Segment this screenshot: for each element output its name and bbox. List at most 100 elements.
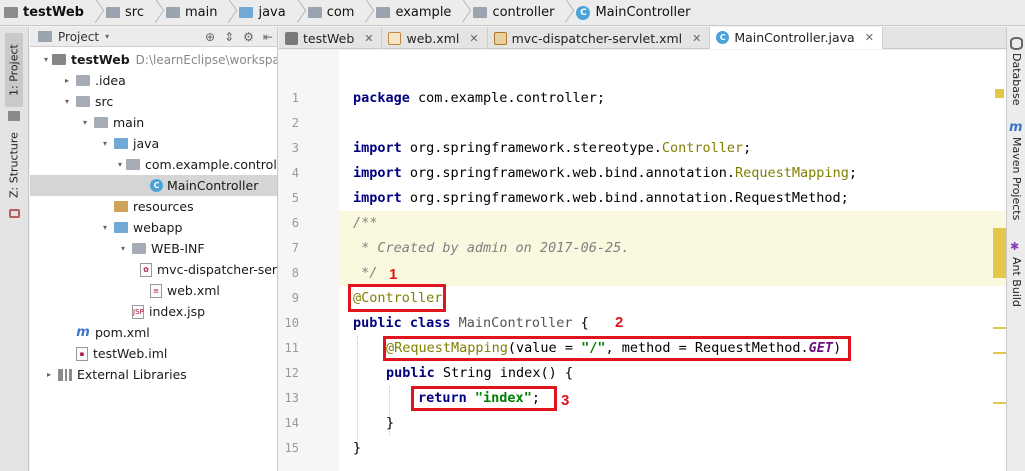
tree-item[interactable]: m pom.xml <box>30 322 277 343</box>
tree-item-label: .idea <box>95 73 126 88</box>
collapse-arrow-icon[interactable]: ▾ <box>44 55 48 64</box>
maven-projects-tool-tab[interactable]: Maven Projects <box>1009 137 1024 249</box>
hide-icon[interactable]: ⇤ <box>263 30 273 44</box>
tree-item-label: web.xml <box>167 283 220 298</box>
collapse-arrow-icon[interactable]: ▾ <box>80 118 90 127</box>
tree-item-label: src <box>95 94 114 109</box>
navigation-bar: testWeb src main java com example contro… <box>0 0 1025 26</box>
expand-arrow-icon[interactable]: ▸ <box>44 370 54 379</box>
collapse-arrow-icon[interactable]: ▾ <box>62 97 72 106</box>
collapse-arrow-icon[interactable]: ▾ <box>100 139 110 148</box>
tree-item[interactable]: resources <box>30 196 277 217</box>
spring-xml-icon <box>493 31 507 45</box>
tab-web-xml[interactable]: web.xml ✕ <box>382 27 488 49</box>
ant-build-tool-tab[interactable]: Ant Build <box>1009 257 1024 319</box>
expand-arrow-icon[interactable]: ▸ <box>62 76 72 85</box>
tree-item[interactable]: ▾ java <box>30 133 277 154</box>
close-icon[interactable]: ✕ <box>364 32 373 45</box>
jsp-file-icon: JSP <box>132 304 144 319</box>
line-number: 13 <box>284 391 299 405</box>
error-stripe-mark[interactable] <box>993 402 1006 404</box>
tab-mvc-dispatcher-servlet[interactable]: mvc-dispatcher-servlet.xml ✕ <box>488 27 711 49</box>
folder-icon <box>76 75 90 86</box>
annotation-box-2 <box>383 336 851 361</box>
package-icon <box>126 159 141 170</box>
line-number: 8 <box>291 266 299 280</box>
maven-icon: m <box>1009 120 1023 135</box>
tree-item[interactable]: ▸ .idea <box>30 70 277 91</box>
close-icon[interactable]: ✕ <box>865 31 874 44</box>
tree-item[interactable]: ≡ web.xml <box>30 280 277 301</box>
line-number: 10 <box>284 316 299 330</box>
right-tool-strip: Database m Maven Projects ✱ Ant Build <box>1006 27 1025 471</box>
project-tool-tab[interactable]: 1: Project <box>5 33 23 107</box>
breadcrumb-item[interactable]: src <box>105 0 144 26</box>
ant-icon: ✱ <box>1010 240 1020 253</box>
tree-item[interactable]: ✿ mvc-dispatcher-servlet <box>30 259 277 280</box>
code-line-7: * Created by admin on 2017-06-25. <box>353 240 630 256</box>
tab-testweb[interactable]: testWeb ✕ <box>279 27 383 49</box>
breadcrumb-item[interactable]: main <box>165 0 217 26</box>
tree-item[interactable]: ▾ main <box>30 112 277 133</box>
collapse-arrow-icon[interactable]: ▾ <box>100 223 110 232</box>
code-line-10: public class MainController { <box>353 315 589 331</box>
editor-tab-bar: testWeb ✕ web.xml ✕ mvc-dispatcher-servlet… <box>279 27 1006 49</box>
tree-item[interactable]: ▪ testWeb.iml <box>30 343 277 364</box>
tree-item[interactable]: ▾ src <box>30 91 277 112</box>
annotation-number-3: 3 <box>561 392 570 409</box>
error-stripe-mark[interactable] <box>993 327 1006 329</box>
error-stripe-mark[interactable] <box>993 228 1006 278</box>
close-icon[interactable]: ✕ <box>692 32 701 45</box>
tree-item[interactable]: C MainController <box>30 175 277 196</box>
tree-item-label: java <box>133 136 160 151</box>
class-icon: C <box>576 5 591 20</box>
tree-item[interactable]: ▾ testWeb D:\learnEclipse\workspace_ide <box>30 49 277 70</box>
tree-item-label: MainController <box>167 178 259 193</box>
breadcrumb-item[interactable]: com <box>307 0 354 26</box>
error-stripe-mark[interactable] <box>993 352 1006 354</box>
line-number: 2 <box>291 116 299 130</box>
project-panel: Project ▾ ⊕ ⇕ ⚙ ⇤ ▾ testWeb D:\learnEclips… <box>30 27 278 471</box>
database-tool-tab[interactable]: Database <box>1009 53 1024 106</box>
tree-item[interactable]: ▾ WEB-INF <box>30 238 277 259</box>
breadcrumb-item[interactable]: controller <box>473 0 554 26</box>
dropdown-arrow-icon[interactable]: ▾ <box>105 32 109 41</box>
tree-item-label: com.example.controller <box>145 157 277 172</box>
tree-item[interactable]: ▸ External Libraries <box>30 364 277 385</box>
class-icon: C <box>716 31 730 44</box>
collapse-arrow-icon[interactable]: ▾ <box>118 244 128 253</box>
line-number: 5 <box>291 191 299 205</box>
target-icon[interactable]: ⊕ <box>205 30 215 44</box>
tree-item-label: External Libraries <box>77 367 187 382</box>
left-tool-strip: 1: Project Z: Structure <box>0 27 29 471</box>
line-number: 4 <box>291 166 299 180</box>
resources-folder-icon <box>114 201 128 212</box>
class-icon: C <box>150 179 163 192</box>
breadcrumb-item[interactable]: testWeb <box>4 0 84 26</box>
gear-icon[interactable]: ⚙ <box>243 30 254 44</box>
code-line-15: } <box>353 440 362 456</box>
tree-item-label: testWeb.iml <box>93 346 168 361</box>
breadcrumb-item[interactable]: C MainController <box>576 0 690 26</box>
collapse-icon[interactable]: ⇕ <box>224 30 234 44</box>
xml-file-icon <box>388 31 402 45</box>
tree-item[interactable]: ▾ webapp <box>30 217 277 238</box>
structure-tool-tab[interactable]: Z: Structure <box>5 122 23 208</box>
tree-item[interactable]: ▾ com.example.controller <box>30 154 277 175</box>
close-icon[interactable]: ✕ <box>469 32 478 45</box>
collapse-arrow-icon[interactable]: ▾ <box>118 160 122 169</box>
code-line-4: import org.springframework.web.bind.anno… <box>353 165 857 181</box>
tree-item-label: webapp <box>133 220 183 235</box>
code-editor[interactable]: package com.example.controller; import o… <box>339 50 1006 471</box>
code-line-5: import org.springframework.web.bind.anno… <box>353 190 849 206</box>
breadcrumb-item[interactable]: example <box>376 0 451 26</box>
code-line-3: import org.springframework.stereotype.Co… <box>353 140 752 156</box>
inspection-status-icon[interactable] <box>995 89 1004 98</box>
code-line-12: public String index() { <box>386 365 573 381</box>
breadcrumb-item[interactable]: java <box>239 0 286 26</box>
line-number: 12 <box>284 366 299 380</box>
project-folder-icon <box>4 7 18 18</box>
annotation-number-2: 2 <box>615 314 624 331</box>
tab-maincontroller-java[interactable]: C MainController.java ✕ <box>710 27 883 49</box>
tree-item[interactable]: JSP index.jsp <box>30 301 277 322</box>
